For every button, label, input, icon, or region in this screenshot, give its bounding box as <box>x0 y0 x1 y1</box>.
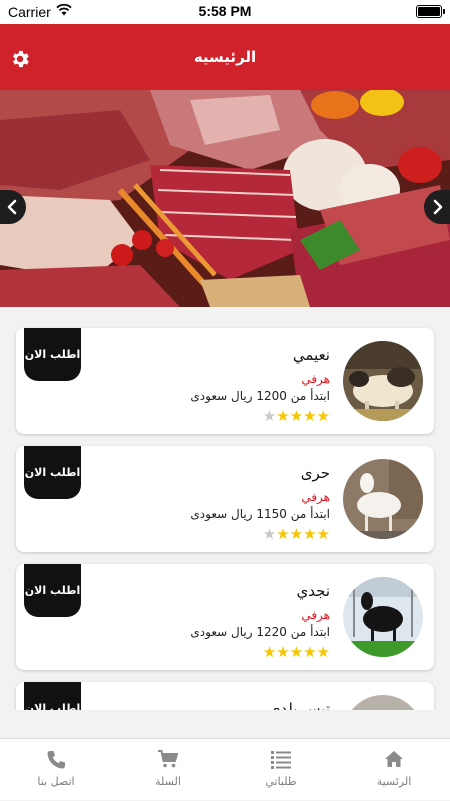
order-now-button[interactable]: اطلب الان <box>24 328 81 381</box>
banner-next-button[interactable] <box>424 190 450 224</box>
home-icon <box>385 751 403 767</box>
star-icon: ★ <box>276 407 290 425</box>
product-name: حرى <box>300 464 330 482</box>
star-icon: ★ <box>316 525 330 543</box>
product-type: هرفي <box>301 372 330 386</box>
star-icon: ★ <box>316 407 330 425</box>
product-card[interactable]: اطلب الان تيس بلدي <box>16 682 434 710</box>
tab-my-orders[interactable]: طلباتي <box>225 739 337 801</box>
list-icon <box>271 751 291 769</box>
product-image <box>343 577 423 657</box>
star-icon: ★ <box>262 525 277 543</box>
page-title: الرئيسيه <box>193 48 257 66</box>
tab-cart-label: السلة <box>155 775 181 788</box>
star-icon: ★ <box>276 643 290 661</box>
app-header: الرئيسيه <box>0 24 450 90</box>
tab-home-label: الرئسية <box>376 775 412 788</box>
star-icon: ★ <box>262 407 277 425</box>
product-price: ابتدأ من 1150 ريال سعودى <box>190 507 330 521</box>
star-icon: ★ <box>303 525 317 543</box>
tab-cart[interactable]: السلة <box>112 739 224 801</box>
star-icon: ★ <box>289 643 304 661</box>
product-type: هرفي <box>301 490 330 504</box>
product-price: ابتدأ من 1200 ريال سعودى <box>190 389 330 403</box>
product-name: نعيمي <box>292 346 330 364</box>
star-icon: ★ <box>262 643 277 661</box>
product-card[interactable]: اطلب الان حرى هرفي ابتدأ من 1150 ريال سع… <box>16 446 434 552</box>
order-now-button[interactable]: اطلب الان <box>24 682 81 710</box>
tab-my-orders-label: طلباتي <box>265 775 297 788</box>
product-type: هرفي <box>301 608 330 622</box>
star-icon: ★ <box>303 643 317 661</box>
clock: 5:58 PM <box>198 3 252 19</box>
order-now-button[interactable]: اطلب الان <box>24 446 81 499</box>
product-image <box>343 459 423 539</box>
bottom-tab-bar: الرئسية طلباتي السلة اتصل بنا <box>0 738 450 800</box>
product-image <box>343 341 423 421</box>
banner-image <box>0 90 450 307</box>
product-card[interactable]: اطلب الان نعيمي هرفي ابتدأ من 1200 ريال … <box>16 328 434 434</box>
banner-carousel[interactable] <box>0 90 450 307</box>
product-image <box>343 695 423 710</box>
battery-icon <box>416 5 445 18</box>
rating-stars: ★★★★★ <box>263 407 330 425</box>
rating-stars: ★★★★★ <box>263 643 330 661</box>
star-icon: ★ <box>303 407 317 425</box>
star-icon: ★ <box>316 643 330 661</box>
tab-contact[interactable]: اتصل بنا <box>0 739 112 801</box>
star-icon: ★ <box>289 525 304 543</box>
product-name: تيس بلدي <box>268 700 330 710</box>
order-now-button[interactable]: اطلب الان <box>24 564 81 617</box>
product-price: ابتدأ من 1220 ريال سعودى <box>190 625 330 639</box>
star-icon: ★ <box>276 525 290 543</box>
phone-icon <box>47 751 65 769</box>
cart-icon <box>158 750 178 768</box>
status-bar: Carrier 5:58 PM <box>0 0 450 24</box>
product-list[interactable]: اطلب الان نعيمي هرفي ابتدأ من 1200 ريال … <box>0 307 450 710</box>
chevron-left-icon <box>7 199 17 215</box>
rating-stars: ★★★★★ <box>263 525 330 543</box>
tab-contact-label: اتصل بنا <box>37 775 75 788</box>
star-icon: ★ <box>289 407 304 425</box>
chevron-right-icon <box>433 199 443 215</box>
product-card[interactable]: اطلب الان نجدي هرفي ابتدأ من 1220 ريال س… <box>16 564 434 670</box>
product-name: نجدي <box>296 582 330 600</box>
tab-home[interactable]: الرئسية <box>338 739 450 801</box>
